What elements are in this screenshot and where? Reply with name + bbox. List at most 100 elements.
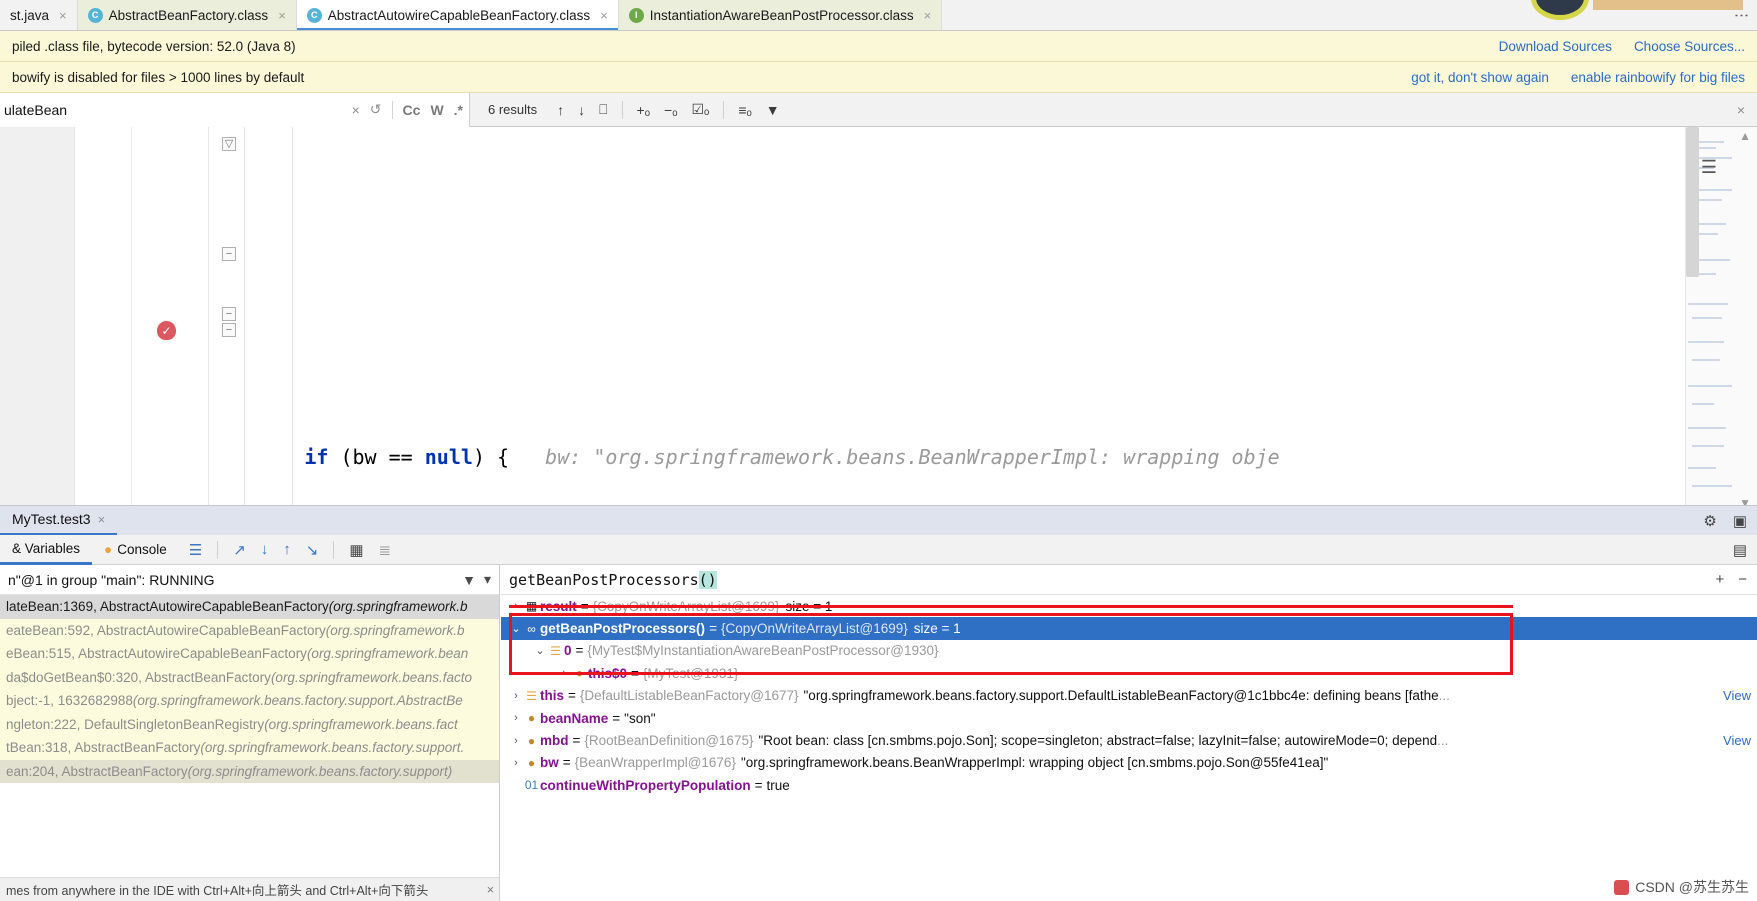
sort-icon[interactable]: ≡ₒ <box>738 102 751 118</box>
filter-icon[interactable]: ▼ <box>462 572 476 588</box>
close-icon[interactable]: × <box>98 512 106 527</box>
variable-name: bw <box>540 755 559 771</box>
variable-name: this <box>540 688 565 704</box>
debug-session-tabbar: MyTest.test3 × ⚙ ▣ <box>0 505 1757 536</box>
view-link[interactable]: View <box>1713 688 1751 703</box>
mute-breakpoints-icon[interactable]: ☰ <box>189 541 202 559</box>
variable-row[interactable]: › ● this$0 = {MyTest@1931} <box>501 662 1757 684</box>
step-into-icon[interactable]: ↓ <box>261 541 269 558</box>
frame-package: (org.springframework.beans.factory.suppo… <box>200 740 465 756</box>
variables-panel[interactable]: getBeanPostProcessors() + − › ▦ result =… <box>501 565 1757 901</box>
frame-label: bject:-1, 1632682988 <box>6 693 133 709</box>
close-icon[interactable]: × <box>278 8 286 23</box>
code-content[interactable]: if (bw == null) { bw: "org.springframewo… <box>132 127 1685 512</box>
remove-watch-icon[interactable]: − <box>1738 571 1747 588</box>
select-all-occurrences-icon[interactable]: ⎕ <box>599 101 607 118</box>
close-find-icon[interactable]: × <box>1737 102 1757 118</box>
gutter-icon-column[interactable]: ✓ <box>75 127 176 512</box>
add-line-icon[interactable]: +ₒ <box>637 102 650 118</box>
regex-icon[interactable]: .* <box>454 102 463 118</box>
frame-row[interactable]: eBean:515, AbstractAutowireCapableBeanFa… <box>0 642 499 666</box>
chevron-right-icon[interactable]: › <box>509 690 523 702</box>
clear-icon[interactable]: × <box>352 102 360 118</box>
debug-session-tab[interactable]: MyTest.test3 × <box>0 506 118 536</box>
scroll-up-icon[interactable]: ▲ <box>1739 129 1751 143</box>
restore-layout-icon[interactable]: ▤ <box>1733 542 1747 559</box>
editor-minimap[interactable]: ▲ ▼ ☰ <box>1685 127 1757 512</box>
search-input[interactable]: ulateBean × ↺ Cc W .* <box>0 92 470 127</box>
frames-panel[interactable]: n"@1 in group "main": RUNNING ▼ ▾ lateBe… <box>0 565 500 901</box>
history-icon[interactable]: ↺ <box>370 101 382 118</box>
got-it-link[interactable]: got it, don't show again <box>1411 70 1549 85</box>
add-watch-icon[interactable]: + <box>1715 571 1724 588</box>
step-out-icon[interactable]: ↑ <box>283 541 291 558</box>
code-folding-column[interactable]: ▽ − − − <box>110 127 236 512</box>
view-link[interactable]: View <box>1713 733 1751 748</box>
tab-console[interactable]: ● Console <box>92 535 179 565</box>
variable-row[interactable]: › ● beanName = "son" <box>501 707 1757 729</box>
editor-tab-3[interactable]: I InstantiationAwareBeanPostProcessor.cl… <box>618 0 943 30</box>
evaluate-expression-bar[interactable]: getBeanPostProcessors() + − <box>501 565 1757 595</box>
chevron-down-icon[interactable]: ⌄ <box>509 622 523 635</box>
close-icon[interactable]: × <box>924 8 932 23</box>
equals-sign: = <box>631 665 639 681</box>
thread-selector[interactable]: n"@1 in group "main": RUNNING ▼ ▾ <box>0 565 499 595</box>
variable-row-selected[interactable]: ⌄ ∞ getBeanPostProcessors() = {CopyOnWri… <box>501 617 1757 640</box>
variable-row[interactable]: › ☰ this = {DefaultListableBeanFactory@1… <box>501 685 1757 707</box>
frame-row[interactable]: bject:-1, 1632682988 (org.springframewor… <box>0 689 499 713</box>
editor-gutter[interactable] <box>0 127 75 512</box>
results-count: 6 results <box>488 102 538 117</box>
variable-row[interactable]: ⌄ ☰ 0 = {MyTest$MyInstantiationAwareBean… <box>501 640 1757 662</box>
chevron-down-icon[interactable]: ⌄ <box>533 644 547 657</box>
chevron-right-icon[interactable]: › <box>557 667 571 679</box>
frame-row[interactable]: tBean:318, AbstractBeanFactory (org.spri… <box>0 736 499 760</box>
minimap-menu-icon[interactable]: ☰ <box>1701 157 1717 178</box>
webcam-overlay <box>1531 0 1589 20</box>
filter-icon[interactable]: ▼ <box>766 102 780 118</box>
find-next-icon[interactable]: ↓ <box>578 102 585 118</box>
code-editor[interactable]: ✓ ▽ − − − if (bw == null) { bw: "org.spr… <box>0 127 1757 512</box>
match-case-icon[interactable]: Cc <box>403 102 421 118</box>
chevron-down-icon[interactable]: ▾ <box>484 571 491 588</box>
frame-row[interactable]: ngleton:222, DefaultSingletonBeanRegistr… <box>0 712 499 736</box>
variable-row[interactable]: › ● mbd = {RootBeanDefinition@1675} "Roo… <box>501 729 1757 751</box>
close-icon[interactable]: × <box>600 8 608 23</box>
frame-row[interactable]: lateBean:1369, AbstractAutowireCapableBe… <box>0 595 499 619</box>
chevron-right-icon[interactable]: › <box>509 757 523 769</box>
editor-tab-1[interactable]: C AbstractBeanFactory.class × <box>77 0 297 30</box>
tab-variables[interactable]: & Variables <box>0 535 93 565</box>
variable-row[interactable]: 01 continueWithPropertyPopulation = true <box>501 774 1757 796</box>
frame-label: ean:204, AbstractBeanFactory <box>6 763 188 779</box>
frame-row[interactable]: eateBean:592, AbstractAutowireCapableBea… <box>0 618 499 642</box>
enable-rainbowify-link[interactable]: enable rainbowify for big files <box>1571 70 1745 85</box>
chevron-right-icon[interactable]: › <box>509 712 523 724</box>
frame-row[interactable]: ean:204, AbstractBeanFactory (org.spring… <box>0 759 499 783</box>
code-line[interactable]: if (bw == null) { bw: "org.springframewo… <box>132 391 1685 469</box>
choose-sources-link[interactable]: Choose Sources... <box>1634 39 1745 54</box>
download-sources-link[interactable]: Download Sources <box>1499 39 1612 54</box>
whole-words-icon[interactable]: W <box>430 102 443 118</box>
frame-package: (org.springframework.beans.facto <box>270 669 473 685</box>
chevron-right-icon[interactable]: › <box>509 735 523 747</box>
settings-icon[interactable]: ≣ <box>379 541 392 559</box>
gear-icon[interactable]: ⚙ <box>1703 512 1716 530</box>
close-icon[interactable]: × <box>487 883 494 897</box>
remove-line-icon[interactable]: −ₒ <box>664 102 677 118</box>
frame-row[interactable]: da$doGetBean$0:320, AbstractBeanFactory … <box>0 665 499 689</box>
variable-row[interactable]: › ● bw = {BeanWrapperImpl@1676} "org.spr… <box>501 752 1757 774</box>
layout-icon[interactable]: ▣ <box>1733 512 1747 530</box>
editor-tab-2[interactable]: C AbstractAutowireCapableBeanFactory.cla… <box>296 0 619 30</box>
editor-scrollbar-thumb[interactable] <box>1686 127 1699 277</box>
close-icon[interactable]: × <box>59 8 67 23</box>
search-input-value: ulateBean <box>4 101 68 118</box>
toggle-lines-icon[interactable]: ☑ₒ <box>691 101 709 118</box>
step-over-icon[interactable]: ↗ <box>233 541 246 559</box>
force-step-into-icon[interactable]: ↘ <box>306 541 319 559</box>
variables-actions: + − <box>1715 571 1757 588</box>
equals-sign: = <box>572 733 581 749</box>
editor-tab-0[interactable]: st.java × <box>0 0 78 30</box>
decompiled-banner: piled .class file, bytecode version: 52.… <box>0 31 1757 62</box>
divider <box>621 100 623 119</box>
evaluate-expression-icon[interactable]: ▦ <box>349 541 363 559</box>
find-previous-icon[interactable]: ↑ <box>557 102 564 118</box>
